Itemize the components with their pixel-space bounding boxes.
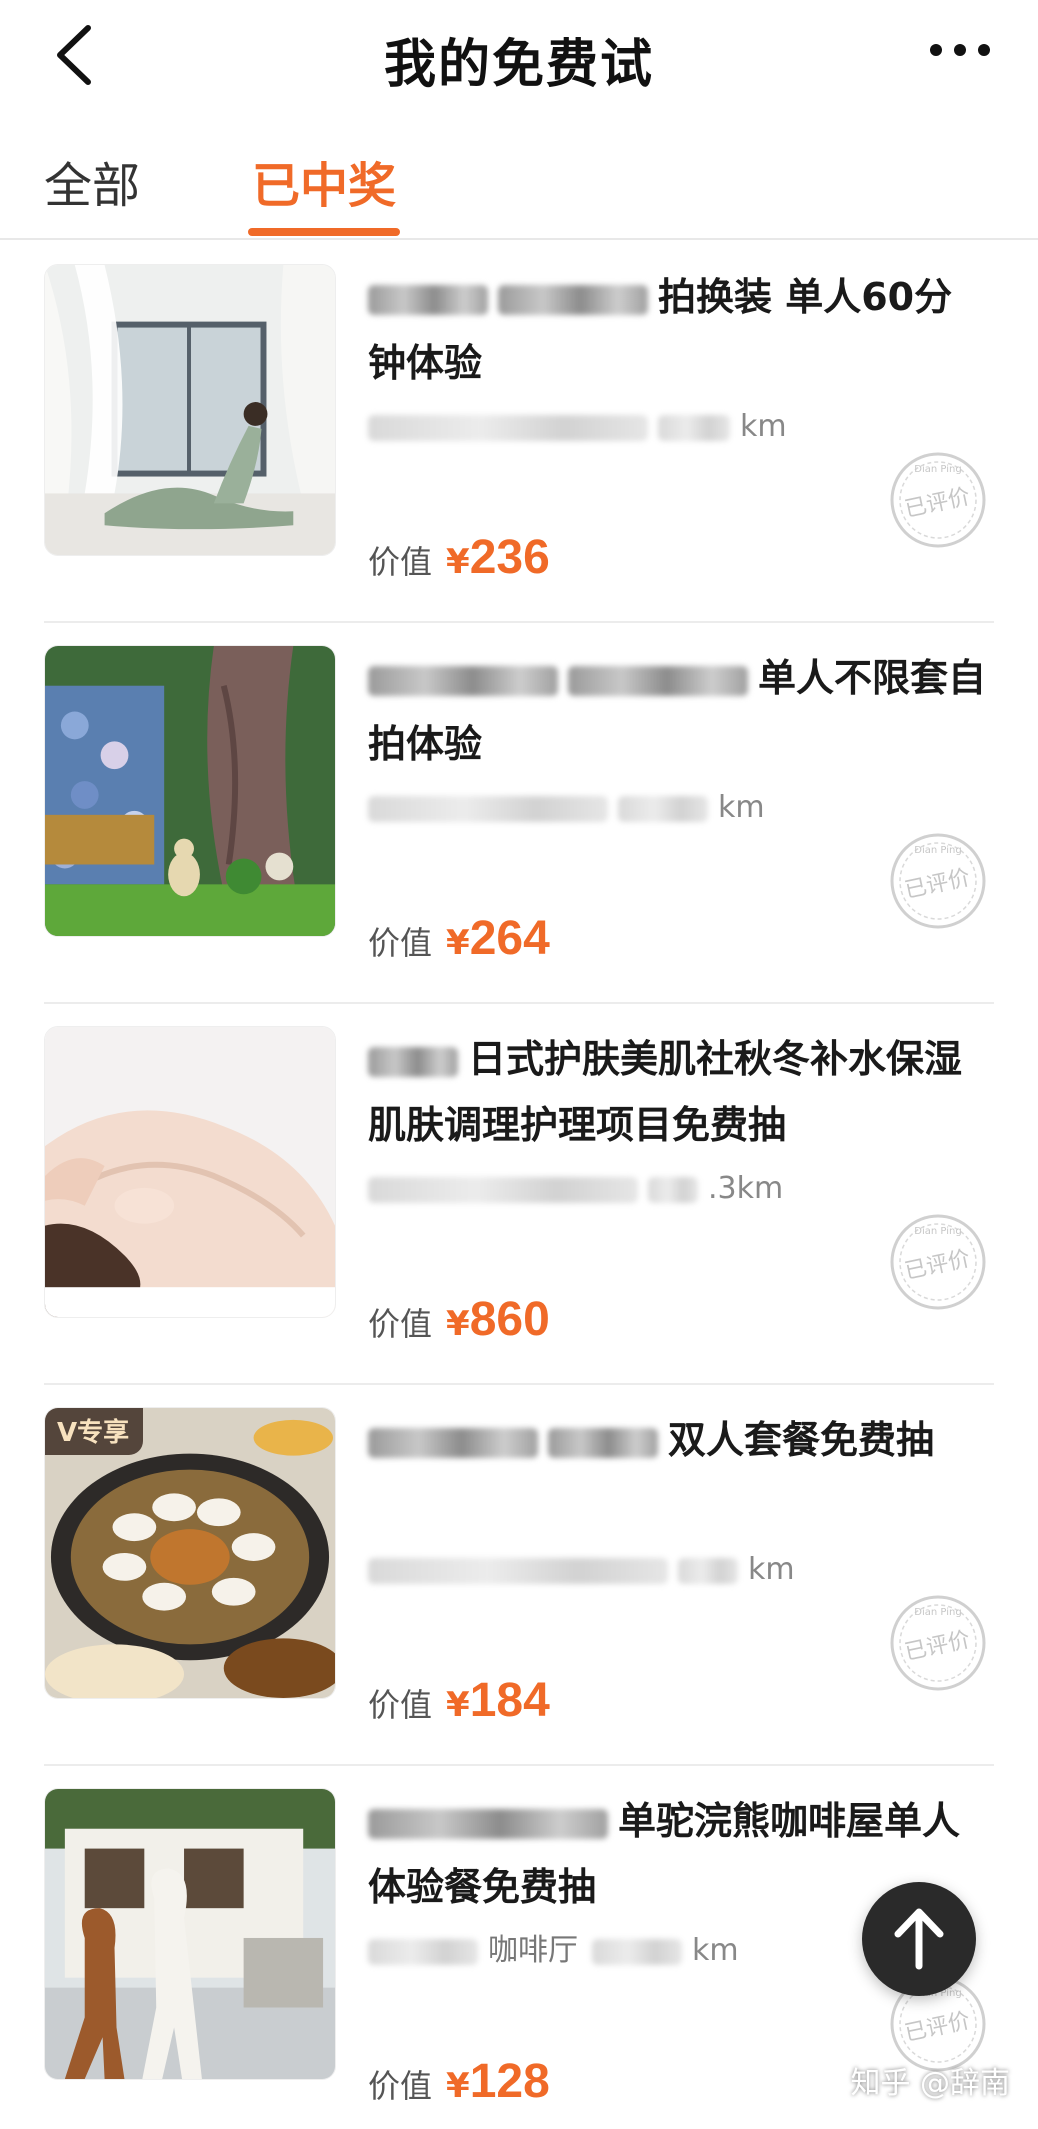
more-dots-icon [930, 44, 990, 56]
item-title: 双人套餐免费抽 [368, 1407, 988, 1473]
item-address: 咖啡厅 km [368, 1928, 739, 1974]
item-thumbnail [44, 1026, 336, 1318]
item-address: km [368, 785, 765, 831]
item-thumbnail [44, 1788, 336, 2080]
header: 我的免费试 [0, 0, 1038, 112]
item-thumbnail [44, 645, 336, 937]
reviewed-stamp-icon: Dian Ping 已评价 [890, 833, 986, 929]
item-title: 日式护肤美肌社秋冬补水保湿肌肤调理护理项目免费抽 [368, 1037, 963, 1147]
tab-all[interactable]: 全部 [44, 146, 140, 216]
item-title: 拍换装 单人60分钟体验 [368, 275, 953, 385]
stamp-text: 已评价 [903, 2008, 973, 2046]
stamp-text: 已评价 [903, 1246, 973, 1284]
item-price: 价值 ¥264 [368, 912, 550, 965]
reviewed-stamp-icon: Dian Ping 已评价 [890, 1214, 986, 1310]
reviewed-stamp-icon: Dian Ping 已评价 [890, 1595, 986, 1691]
stamp-text: 已评价 [903, 484, 973, 522]
item-title: 单人不限套自拍体验 [368, 656, 987, 766]
list-item[interactable]: V专享 双人套餐免费抽 km 价值 ¥184 Dian Ping 已评价 [0, 1385, 1038, 1766]
more-button[interactable] [920, 28, 1000, 72]
stamp-text: 已评价 [903, 865, 973, 903]
watermark: 知乎 @辞南 [850, 2066, 1010, 2101]
tab-won[interactable]: 已中奖 [252, 146, 396, 216]
stamp-sub: Dian Ping [914, 1226, 961, 1237]
item-thumbnail: V专享 [44, 1407, 336, 1699]
trial-list: 拍换装 单人60分钟体验 km 价值 ¥236 Dian Ping 已评价 单人… [0, 242, 1038, 2129]
item-price: 价值 ¥236 [368, 531, 550, 584]
item-address: km [368, 1547, 795, 1593]
arrow-up-icon [894, 1908, 944, 1970]
back-to-top-button[interactable] [862, 1882, 976, 1996]
item-price: 价值 ¥184 [368, 1674, 550, 1727]
reviewed-stamp-icon: Dian Ping 已评价 [890, 452, 986, 548]
item-thumbnail [44, 264, 336, 556]
list-item[interactable]: 拍换装 单人60分钟体验 km 价值 ¥236 Dian Ping 已评价 [0, 242, 1038, 623]
tab-bar: 全部 已中奖 [0, 130, 1038, 240]
item-address: km [368, 404, 787, 450]
page-title: 我的免费试 [383, 35, 654, 95]
item-price: 价值 ¥860 [368, 1293, 550, 1346]
list-item[interactable]: 日式护肤美肌社秋冬补水保湿肌肤调理护理项目免费抽 .3km 价值 ¥860 Dia… [0, 1004, 1038, 1385]
stamp-sub: Dian Ping [914, 845, 961, 856]
list-item[interactable]: 单人不限套自拍体验 km 价值 ¥264 Dian Ping 已评价 [0, 623, 1038, 1004]
active-tab-indicator [248, 228, 400, 236]
item-price: 价值 ¥128 [368, 2055, 550, 2108]
stamp-sub: Dian Ping [914, 464, 961, 475]
stamp-text: 已评价 [903, 1627, 973, 1665]
item-address: .3km [368, 1166, 783, 1212]
vip-badge: V专享 [45, 1408, 144, 1455]
stamp-sub: Dian Ping [914, 1607, 961, 1618]
